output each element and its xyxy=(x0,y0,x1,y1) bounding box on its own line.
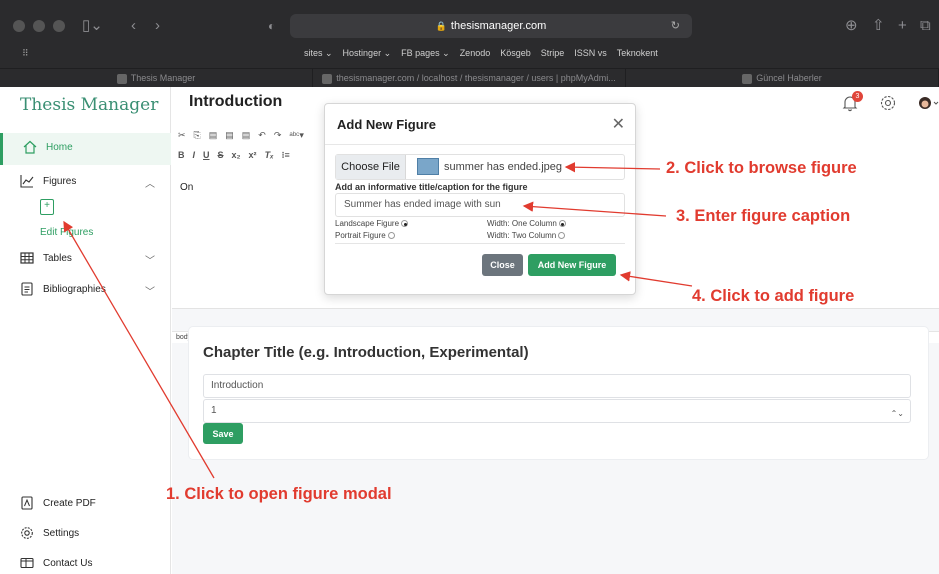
annotation-step1: 1. Click to open figure modal xyxy=(166,485,392,503)
arrow-step1 xyxy=(63,220,215,479)
arrow-step4 xyxy=(619,271,693,287)
annotation-step2: 2. Click to browse figure xyxy=(666,159,857,177)
annotation-step3: 3. Enter figure caption xyxy=(676,207,851,225)
arrow-step3 xyxy=(522,201,667,217)
annotation-step4: 4. Click to add figure xyxy=(692,287,855,305)
arrow-step2 xyxy=(564,161,661,173)
